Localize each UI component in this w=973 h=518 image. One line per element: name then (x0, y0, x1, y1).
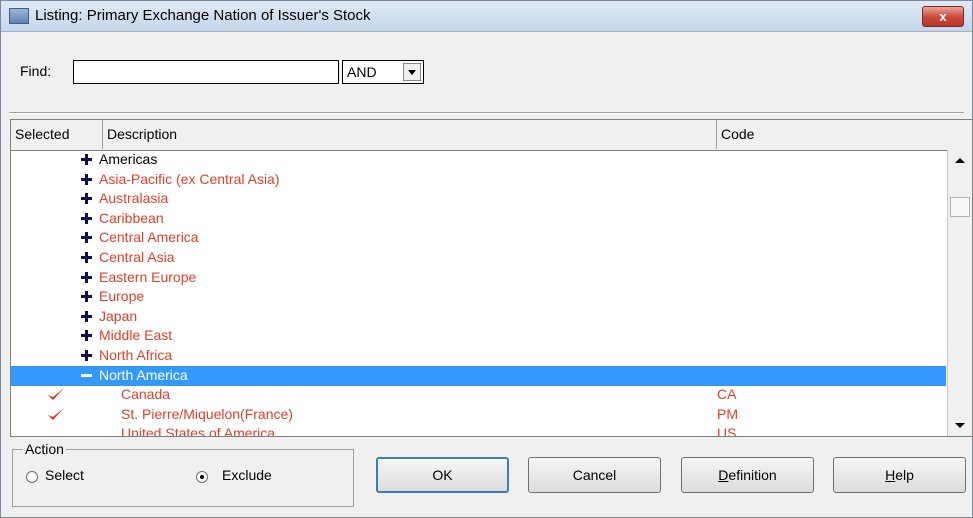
tree-row-central-asia[interactable]: Central Asia (11, 248, 946, 268)
column-header-description[interactable]: Description (103, 120, 717, 149)
list-item[interactable]: United States of America US (11, 424, 946, 436)
tree-row-eastern-europe[interactable]: Eastern Europe (11, 268, 946, 288)
expand-icon[interactable] (81, 174, 92, 185)
operator-dropdown[interactable]: AND (342, 60, 424, 84)
action-legend: Action (23, 441, 66, 457)
expand-icon[interactable] (81, 213, 92, 224)
item-code: US (717, 425, 737, 436)
grid-header: Selected Description Code (11, 120, 972, 151)
tree-row-central-america[interactable]: Central America (11, 228, 946, 248)
tree-row-americas[interactable]: Americas (11, 150, 946, 170)
list-item[interactable]: Canada CA (11, 385, 946, 405)
column-header-selected[interactable]: Selected (11, 120, 103, 149)
window-title: Listing: Primary Exchange Nation of Issu… (35, 7, 371, 24)
tree-row-label: North Africa (99, 347, 173, 363)
item-description: Canada (121, 386, 171, 402)
tree-row-australasia[interactable]: Australasia (11, 189, 946, 209)
operator-value: AND (347, 64, 377, 80)
expand-icon[interactable] (81, 311, 92, 322)
chevron-down-icon[interactable] (403, 63, 421, 81)
close-button[interactable]: x (922, 6, 964, 27)
app-icon (9, 8, 29, 24)
tree-row-label: Japan (99, 308, 138, 324)
find-input[interactable] (73, 60, 339, 84)
item-description: St. Pierre/Miquelon(France) (121, 406, 293, 422)
help-label: elp (895, 467, 914, 483)
title-bar[interactable]: Listing: Primary Exchange Nation of Issu… (1, 1, 972, 32)
tree-row-europe[interactable]: Europe (11, 287, 946, 307)
tree-row-label: Middle East (99, 327, 173, 343)
help-button[interactable]: Help (833, 457, 966, 493)
find-label: Find: (20, 63, 52, 79)
expand-icon[interactable] (81, 272, 92, 283)
tree-row-middle-east[interactable]: Middle East (11, 326, 946, 346)
divider (9, 112, 964, 114)
help-mnemonic: H (885, 467, 896, 483)
tree-row-label: Central Asia (99, 249, 175, 265)
scroll-thumb[interactable] (950, 197, 970, 217)
tree-row-north-america[interactable]: North America (11, 366, 946, 386)
cancel-button[interactable]: Cancel (528, 457, 661, 493)
item-code: PM (717, 406, 738, 422)
tree-row-asia-pacific-ex-central-asia[interactable]: Asia-Pacific (ex Central Asia) (11, 170, 946, 190)
tree-row-label: Asia-Pacific (ex Central Asia) (99, 171, 280, 187)
expand-icon[interactable] (81, 193, 92, 204)
tree-row-label: Central America (99, 229, 199, 245)
grid-rows: Americas Asia-Pacific (ex Central Asia) Au… (11, 150, 946, 436)
tree-row-label: Europe (99, 288, 145, 304)
item-description: United States of America (121, 425, 276, 436)
item-code: CA (717, 386, 737, 402)
expand-icon[interactable] (81, 330, 92, 341)
scroll-up-icon[interactable] (948, 150, 972, 170)
vertical-scrollbar[interactable] (947, 150, 972, 436)
checkmark-icon[interactable] (47, 387, 65, 401)
column-header-code[interactable]: Code (717, 120, 972, 149)
definition-button[interactable]: Definition (681, 457, 814, 493)
tree-row-north-africa[interactable]: North Africa (11, 346, 946, 366)
select-radio-label[interactable]: Select (45, 467, 84, 483)
definition-label: efinition (728, 467, 777, 483)
collapse-icon[interactable] (81, 374, 92, 377)
dialog-window: Listing: Primary Exchange Nation of Issu… (0, 0, 973, 518)
listing-grid: Selected Description Code Americas Asia-P… (10, 119, 973, 437)
ok-button[interactable]: OK (376, 457, 509, 493)
tree-row-label: Australasia (99, 190, 169, 206)
tree-row-japan[interactable]: Japan (11, 307, 946, 327)
list-item[interactable]: St. Pierre/Miquelon(France) PM (11, 405, 946, 425)
expand-icon[interactable] (81, 252, 92, 263)
expand-icon[interactable] (81, 154, 92, 165)
tree-row-label: Eastern Europe (99, 269, 197, 285)
scroll-down-icon[interactable] (948, 416, 972, 436)
definition-mnemonic: D (718, 467, 729, 483)
tree-row-label: Americas (99, 151, 158, 167)
expand-icon[interactable] (81, 291, 92, 302)
tree-row-label: Caribbean (99, 210, 164, 226)
checkmark-icon[interactable] (47, 407, 65, 421)
exclude-radio[interactable] (196, 471, 208, 483)
exclude-radio-label[interactable]: Exclude (222, 467, 272, 483)
tree-row-caribbean[interactable]: Caribbean (11, 209, 946, 229)
expand-icon[interactable] (81, 232, 92, 243)
tree-row-label: North America (99, 367, 188, 383)
select-radio[interactable] (26, 471, 38, 483)
expand-icon[interactable] (81, 350, 92, 361)
